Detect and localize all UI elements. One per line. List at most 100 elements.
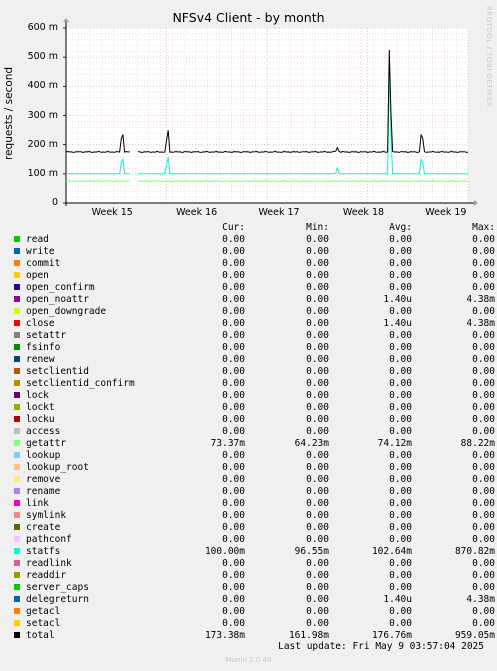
legend-swatch [14, 476, 20, 482]
legend-label: open_downgrade [26, 306, 107, 317]
legend-row-renew: renew 0.00 0.00 0.00 0.00 [12, 354, 495, 366]
legend-max: 0.00 [472, 570, 495, 581]
legend-swatch [14, 632, 20, 638]
legend-avg: 0.00 [389, 498, 412, 509]
legend-min: 0.00 [306, 294, 329, 305]
legend-cur: 0.00 [222, 342, 245, 353]
legend-swatch [14, 260, 20, 266]
last-update: Last update: Fri May 9 03:57:04 2025 [278, 641, 484, 652]
legend-cur: 0.00 [222, 582, 245, 593]
legend-avg: 74.12m [377, 438, 412, 449]
legend-swatch [14, 560, 20, 566]
legend-min: 0.00 [306, 510, 329, 521]
legend-swatch [14, 284, 20, 290]
legend-cur: 0.00 [222, 510, 245, 521]
legend-max: 4.38m [466, 318, 495, 329]
legend-row-statfs: statfs 100.00m 96.55m 102.64m 870.82m [12, 546, 495, 558]
legend-avg: 0.00 [389, 426, 412, 437]
legend-swatch [14, 536, 20, 542]
legend-max: 0.00 [472, 234, 495, 245]
legend-min: 0.00 [306, 426, 329, 437]
legend-avg: 0.00 [389, 306, 412, 317]
legend-swatch [14, 488, 20, 494]
legend-avg: 0.00 [389, 558, 412, 569]
legend-cur: 0.00 [222, 486, 245, 497]
legend-swatch [14, 548, 20, 554]
legend-avg: 0.00 [389, 414, 412, 425]
legend-avg: 1.40u [383, 294, 412, 305]
legend-min: 0.00 [306, 522, 329, 533]
legend-max: 0.00 [472, 306, 495, 317]
legend-max: 0.00 [472, 498, 495, 509]
legend-avg: 0.00 [389, 354, 412, 365]
legend-min: 0.00 [306, 402, 329, 413]
legend-min: 0.00 [306, 234, 329, 245]
legend-max: 0.00 [472, 330, 495, 341]
rrdtool-credit: RRDTOOL / TOBI OETIKER [485, 6, 493, 108]
legend-cur: 0.00 [222, 318, 245, 329]
legend-swatch [14, 344, 20, 350]
legend-min: 0.00 [306, 366, 329, 377]
x-tick-label: Week 16 [176, 207, 218, 218]
legend-label: open_confirm [26, 282, 95, 293]
y-tick-label: 300 m [27, 109, 58, 121]
legend-avg: 0.00 [389, 378, 412, 389]
legend-avg: 0.00 [389, 618, 412, 629]
legend-swatch [14, 452, 20, 458]
legend-min: 0.00 [306, 318, 329, 329]
legend-avg: 0.00 [389, 402, 412, 413]
legend-swatch [14, 584, 20, 590]
legend-max: 0.00 [472, 510, 495, 521]
legend-cur: 0.00 [222, 282, 245, 293]
legend-label: delegreturn [26, 594, 89, 605]
legend-header-avg: Avg: [389, 222, 412, 233]
legend-swatch [14, 392, 20, 398]
legend-max: 0.00 [472, 534, 495, 545]
legend-min: 96.55m [294, 546, 329, 557]
legend-swatch [14, 572, 20, 578]
legend-avg: 0.00 [389, 522, 412, 533]
legend-row-link: link 0.00 0.00 0.00 0.00 [12, 498, 495, 510]
legend-avg: 0.00 [389, 510, 412, 521]
legend-row-setacl: setacl 0.00 0.00 0.00 0.00 [12, 618, 495, 630]
legend-avg: 0.00 [389, 330, 412, 341]
legend-label: read [26, 234, 49, 245]
legend-max: 870.82m [454, 546, 495, 557]
legend-swatch [14, 500, 20, 506]
legend-header-cur: Cur: [222, 222, 245, 233]
legend-min: 0.00 [306, 606, 329, 617]
legend-cur: 0.00 [222, 534, 245, 545]
legend-swatch [14, 416, 20, 422]
legend-min: 0.00 [306, 570, 329, 581]
y-tick-label: 0 [51, 197, 58, 208]
legend-min: 0.00 [306, 558, 329, 569]
legend-min: 0.00 [306, 246, 329, 257]
legend-max: 0.00 [472, 450, 495, 461]
legend-max: 0.00 [472, 258, 495, 269]
legend-max: 0.00 [472, 426, 495, 437]
legend-avg: 0.00 [389, 342, 412, 353]
legend-swatch [14, 308, 20, 314]
legend-cur: 0.00 [222, 558, 245, 569]
legend-cur: 0.00 [222, 606, 245, 617]
legend-cur: 0.00 [222, 402, 245, 413]
legend-row-open: open 0.00 0.00 0.00 0.00 [12, 270, 495, 282]
legend-cur: 0.00 [222, 390, 245, 401]
legend-row-lookup-root: lookup_root 0.00 0.00 0.00 0.00 [12, 462, 495, 474]
legend-max: 0.00 [472, 378, 495, 389]
legend-label: setacl [26, 618, 61, 629]
legend-swatch [14, 440, 20, 446]
legend-cur: 0.00 [222, 306, 245, 317]
legend: Cur: Min: Avg: Max: read 0.00 0.00 0.00 0.00… [12, 222, 495, 642]
legend-cur: 0.00 [222, 618, 245, 629]
legend-max: 0.00 [472, 390, 495, 401]
legend-cur: 0.00 [222, 234, 245, 245]
legend-label: link [26, 498, 49, 509]
legend-swatch [14, 596, 20, 602]
legend-row-open-confirm: open_confirm 0.00 0.00 0.00 0.00 [12, 282, 495, 294]
legend-max: 0.00 [472, 486, 495, 497]
legend-avg: 0.00 [389, 282, 412, 293]
x-tick-label: Week 18 [342, 207, 385, 218]
legend-row-getattr: getattr 73.37m 64.23m 74.12m 88.22m [12, 438, 495, 450]
legend-cur: 0.00 [222, 462, 245, 473]
